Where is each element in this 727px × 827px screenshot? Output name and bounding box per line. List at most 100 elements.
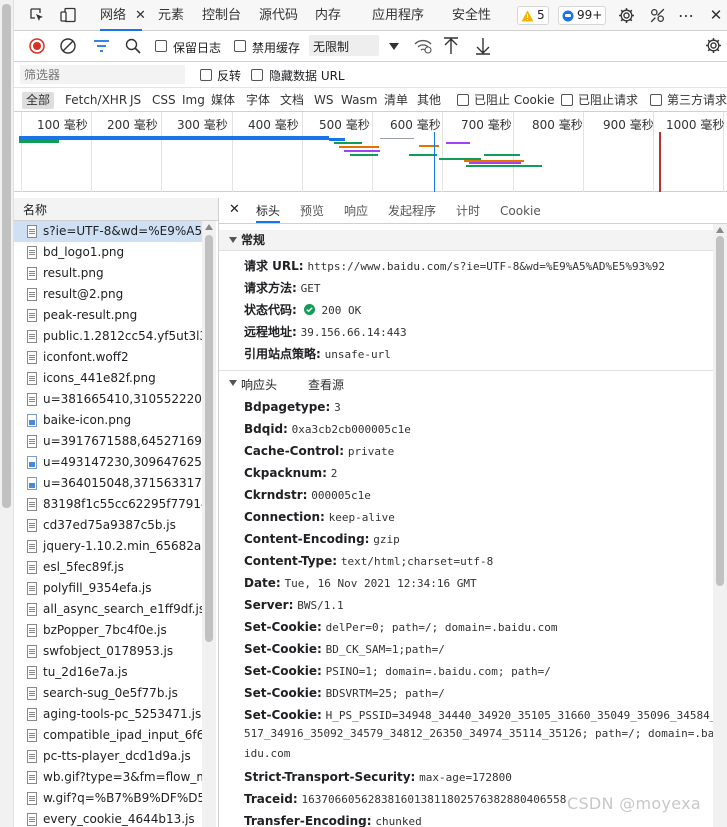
issues-badge[interactable]: 99+ (558, 6, 607, 25)
type-media[interactable]: 媒体 (211, 92, 235, 109)
close-tab-icon[interactable]: ✕ (135, 0, 146, 31)
type-img[interactable]: Img (182, 92, 205, 109)
page-scrollbar-thumb[interactable] (2, 4, 11, 508)
request-row[interactable]: w.gif?q=%B7%B9%DF%D5&f. (14, 788, 202, 809)
close-details-icon[interactable]: ✕ (229, 202, 240, 217)
type-doc[interactable]: 文档 (280, 92, 304, 109)
request-row[interactable]: tu_2d16e7a.js (14, 662, 202, 683)
request-row[interactable]: 83198f1c55cc62295f7791461t (14, 494, 202, 515)
response-headers-section-header[interactable]: 响应头 查看源 (219, 373, 713, 394)
inspect-element-icon[interactable] (28, 6, 46, 24)
clear-icon[interactable] (60, 38, 76, 57)
request-row[interactable]: search-sug_0e5f77b.js (14, 683, 202, 704)
type-js[interactable]: JS (130, 92, 141, 109)
tab-memory[interactable]: 内存 (315, 0, 341, 31)
response-headers-title: 响应头 (241, 378, 278, 392)
record-icon[interactable] (29, 38, 45, 57)
type-font[interactable]: 字体 (246, 92, 270, 109)
tab-headers[interactable]: 标头 (256, 201, 281, 223)
tab-timing[interactable]: 计时 (456, 201, 480, 223)
type-ws[interactable]: WS (314, 92, 333, 109)
tick-label: 100 毫秒 (37, 118, 88, 132)
request-row[interactable]: bd_logo1.png (14, 242, 202, 263)
request-row[interactable]: jquery-1.10.2.min_65682a2.js (14, 536, 202, 557)
type-all[interactable]: 全部 (22, 92, 55, 109)
request-row[interactable]: peak-result.png (14, 305, 202, 326)
tab-security[interactable]: 安全性 (452, 0, 491, 31)
request-row[interactable]: pc-tts-player_dcd1d9a.js (14, 746, 202, 767)
devtools-tab-bar: 网络 ✕ 元素 控制台 源代码 内存 应用程序 安全性 5 99+ ⋯ ✕ (14, 0, 727, 31)
general-section-header[interactable]: 常规 (219, 230, 713, 251)
search-icon[interactable] (125, 38, 141, 57)
request-row[interactable]: u=3917671588,64527169&fm (14, 431, 202, 452)
request-row[interactable]: u=493147230,3096476255&f. (14, 452, 202, 473)
page-scrollbar[interactable] (0, 0, 14, 827)
tab-elements[interactable]: 元素 (158, 0, 184, 31)
response-header-row: Ckpacknum: 2 (244, 466, 337, 480)
customize-icon[interactable] (648, 6, 666, 24)
type-css[interactable]: CSS (152, 92, 176, 109)
tab-console[interactable]: 控制台 (202, 0, 241, 31)
type-fetch-xhr[interactable]: Fetch/XHR (65, 92, 127, 109)
request-row[interactable]: polyfill_9354efa.js (14, 578, 202, 599)
request-row[interactable]: cd37ed75a9387c5b.js (14, 515, 202, 536)
request-row[interactable]: aging-tools-pc_5253471.js (14, 704, 202, 725)
device-toolbar-icon[interactable] (59, 6, 77, 24)
watermark: CSDN @moyexa (567, 794, 701, 813)
request-row[interactable]: icons_441e82f.png (14, 368, 202, 389)
third-party-checkbox[interactable] (650, 93, 662, 107)
request-row[interactable]: result@2.png (14, 284, 202, 305)
type-manifest[interactable]: 清单 (384, 92, 408, 109)
tab-sources[interactable]: 源代码 (259, 0, 298, 31)
blocked-requests-checkbox[interactable] (561, 93, 573, 107)
request-row[interactable]: bzPopper_7bc4f0e.js (14, 620, 202, 641)
request-list-scrollbar[interactable] (202, 221, 216, 827)
request-row[interactable]: compatible_ipad_input_6f6bb (14, 725, 202, 746)
request-row[interactable]: baike-icon.png (14, 410, 202, 431)
request-row[interactable]: u=381665410,310552220&fm (14, 389, 202, 410)
request-row[interactable]: all_async_search_e1ff9df.js (14, 599, 202, 620)
disable-cache-checkbox[interactable] (234, 39, 246, 53)
filter-icon[interactable] (94, 39, 109, 56)
export-har-icon[interactable] (476, 37, 490, 58)
hide-data-urls-checkbox[interactable] (251, 68, 263, 82)
tab-response[interactable]: 响应 (344, 201, 368, 223)
request-row[interactable]: s?ie=UTF-8&wd=%E9%A5%A (14, 221, 202, 242)
request-row[interactable]: u=364015048,3715633174&f. (14, 473, 202, 494)
network-overview-timeline[interactable]: 100 毫秒 200 毫秒 300 毫秒 400 毫秒 500 毫秒 600 毫… (14, 112, 727, 192)
close-devtools-icon[interactable]: ✕ (707, 6, 725, 24)
details-scrollbar[interactable] (713, 224, 727, 827)
chevron-down-icon[interactable] (389, 40, 399, 54)
request-row[interactable]: result.png (14, 263, 202, 284)
request-row[interactable]: public.1.2812cc54.yf5ut3l3sQ- (14, 326, 202, 347)
header-value: 0xa3cb2cb000005c1e (291, 423, 411, 436)
settings-gear-icon[interactable] (617, 6, 635, 24)
tab-preview[interactable]: 预览 (300, 201, 324, 223)
view-source-link[interactable]: 查看源 (308, 376, 344, 393)
more-options-icon[interactable]: ⋯ (677, 6, 695, 25)
name-column-header[interactable]: 名称 (14, 198, 219, 221)
blocked-cookies-checkbox[interactable] (457, 93, 469, 107)
response-header-row: Traceid: 1637066056283816013811802576382… (244, 792, 566, 806)
type-wasm[interactable]: Wasm (341, 92, 377, 109)
throttling-select[interactable]: 无限制 (309, 35, 379, 56)
network-conditions-icon[interactable] (414, 38, 432, 57)
request-row[interactable]: wb.gif?type=3&fm=flow_mor (14, 767, 202, 788)
filter-input[interactable] (20, 65, 185, 84)
request-list-scrollbar-thumb[interactable] (205, 235, 213, 642)
import-har-icon[interactable] (444, 37, 458, 58)
warnings-badge[interactable]: 5 (517, 6, 549, 25)
tab-initiator[interactable]: 发起程序 (388, 201, 436, 223)
network-settings-gear-icon[interactable] (705, 37, 722, 57)
request-row[interactable]: swfobject_0178953.js (14, 641, 202, 662)
request-row[interactable]: iconfont.woff2 (14, 347, 202, 368)
request-row[interactable]: every_cookie_4644b13.js (14, 809, 202, 827)
tab-application[interactable]: 应用程序 (372, 0, 424, 31)
preserve-log-checkbox[interactable] (155, 39, 167, 53)
request-row[interactable]: esl_5fec89f.js (14, 557, 202, 578)
type-other[interactable]: 其他 (417, 92, 441, 109)
tab-cookies[interactable]: Cookie (500, 201, 541, 223)
invert-checkbox[interactable] (200, 68, 212, 82)
details-scrollbar-thumb[interactable] (716, 236, 724, 586)
request-name: w.gif?q=%B7%B9%DF%D5&f. (43, 791, 202, 805)
